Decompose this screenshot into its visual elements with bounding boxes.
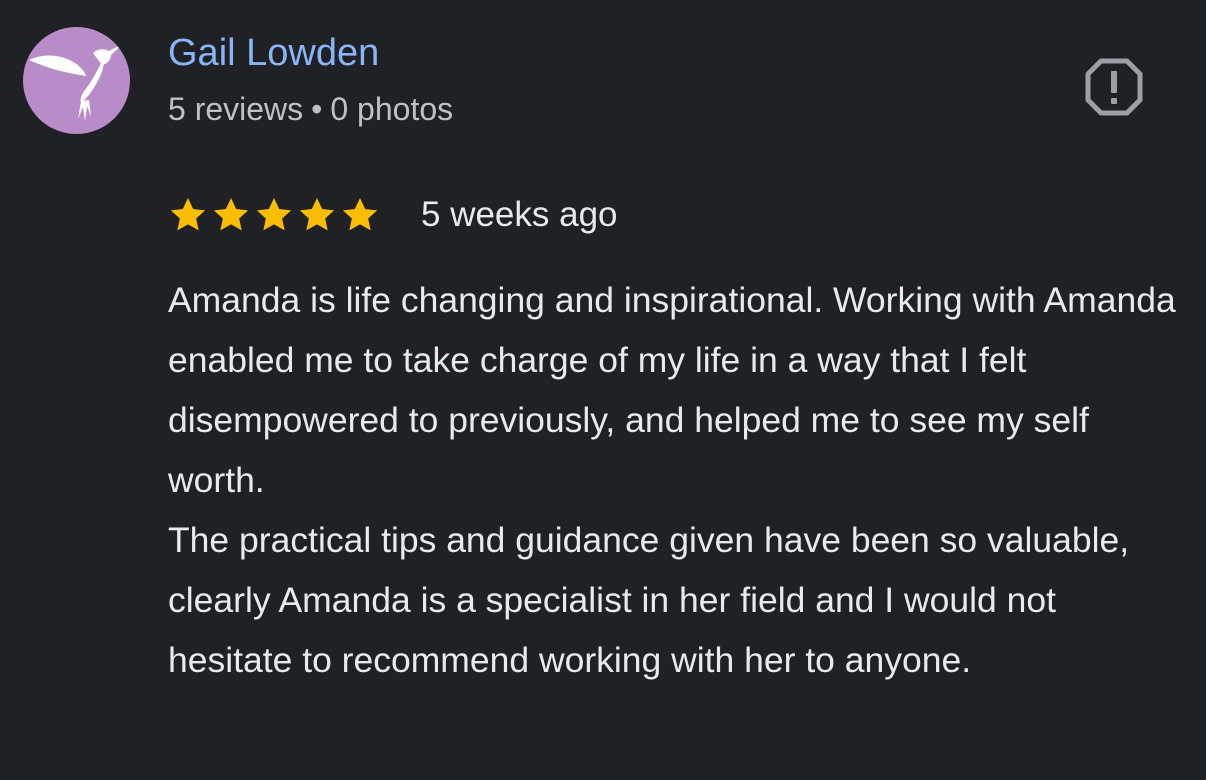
author-name[interactable]: Gail Lowden	[168, 30, 379, 76]
star-icon	[213, 198, 249, 231]
star-icon	[170, 198, 206, 231]
report-flag-icon	[1085, 58, 1143, 116]
star-rating	[168, 195, 383, 235]
review-paragraph: The practical tips and guidance given ha…	[168, 520, 1130, 680]
report-button[interactable]	[1080, 53, 1148, 121]
photos-count: 0 photos	[330, 91, 454, 127]
star-icon	[342, 198, 378, 231]
author-meta: 5 reviews • 0 photos	[168, 89, 453, 129]
review-paragraph: Amanda is life changing and inspirationa…	[168, 280, 1176, 500]
review-card: Gail Lowden 5 reviews • 0 photos 5 weeks a…	[0, 0, 1206, 780]
star-icon	[256, 198, 292, 231]
rating-row: 5 weeks ago	[168, 190, 618, 240]
meta-separator: •	[311, 91, 323, 127]
review-date: 5 weeks ago	[421, 195, 618, 234]
review-text: Amanda is life changing and inspirationa…	[168, 270, 1188, 690]
star-icon	[299, 198, 335, 231]
reviews-count: 5 reviews	[168, 91, 304, 127]
avatar[interactable]	[23, 27, 130, 134]
hummingbird-icon	[29, 43, 124, 121]
